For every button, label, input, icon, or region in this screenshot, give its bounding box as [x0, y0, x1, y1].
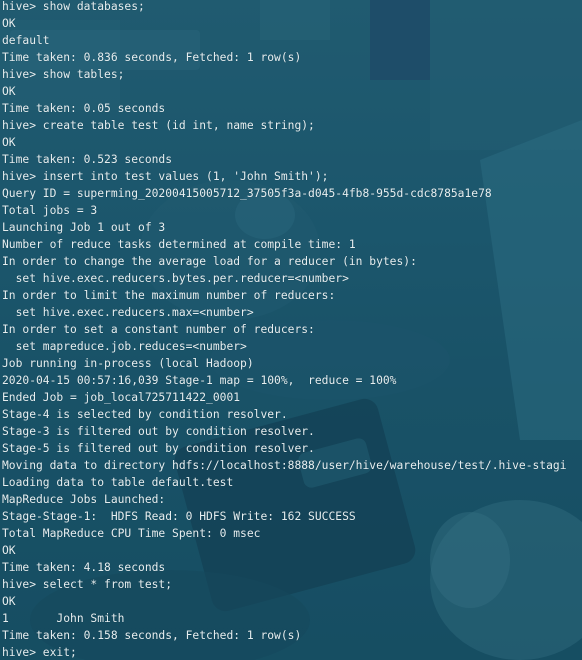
terminal-line: In order to set a constant number of red… [2, 323, 315, 336]
terminal-line: set hive.exec.reducers.bytes.per.reducer… [2, 272, 349, 285]
terminal-line: OK [2, 136, 16, 149]
terminal-line: hive> exit; [2, 646, 77, 659]
terminal-line: default [2, 34, 50, 47]
terminal-line: OK [2, 85, 16, 98]
terminal-line: OK [2, 17, 16, 30]
terminal-line: Total MapReduce CPU Time Spent: 0 msec [2, 527, 261, 540]
terminal-line: hive> show tables; [2, 68, 125, 81]
terminal-line: Query ID = superming_20200415005712_3750… [2, 187, 492, 200]
terminal-line: Stage-Stage-1: HDFS Read: 0 HDFS Write: … [2, 510, 356, 523]
terminal-line: Loading data to table default.test [2, 476, 234, 489]
terminal-line: hive> create table test (id int, name st… [2, 119, 315, 132]
terminal-line: Ended Job = job_local725711422_0001 [2, 391, 241, 404]
terminal-line: Total jobs = 3 [2, 204, 98, 217]
terminal-line: Moving data to directory hdfs://localhos… [2, 459, 567, 472]
terminal-line: set mapreduce.job.reduces=<number> [2, 340, 247, 353]
terminal-line: In order to change the average load for … [2, 255, 417, 268]
terminal-line: OK [2, 595, 16, 608]
terminal-line: OK [2, 544, 16, 557]
terminal-line: 1 John Smith [2, 612, 125, 625]
terminal-line: Time taken: 0.836 seconds, Fetched: 1 ro… [2, 51, 302, 64]
terminal-line: MapReduce Jobs Launched: [2, 493, 166, 506]
terminal-line: Time taken: 0.523 seconds [2, 153, 173, 166]
terminal-output: hive> show databases; OK default Time taken… [2, 0, 582, 660]
terminal-line: Launching Job 1 out of 3 [2, 221, 166, 234]
terminal-line: set hive.exec.reducers.max=<number> [2, 306, 254, 319]
terminal-line: Job running in-process (local Hadoop) [2, 357, 254, 370]
terminal-line: Stage-4 is selected by condition resolve… [2, 408, 288, 421]
terminal-line: hive> insert into test values (1, 'John … [2, 170, 329, 183]
terminal-line: Stage-5 is filtered out by condition res… [2, 442, 315, 455]
terminal-line: Stage-3 is filtered out by condition res… [2, 425, 315, 438]
terminal-line: Time taken: 0.158 seconds, Fetched: 1 ro… [2, 629, 302, 642]
terminal-line: Number of reduce tasks determined at com… [2, 238, 356, 251]
terminal-line: Time taken: 0.05 seconds [2, 102, 166, 115]
terminal-window[interactable]: hive> show databases; OK default Time taken… [0, 0, 582, 660]
terminal-line: 2020-04-15 00:57:16,039 Stage-1 map = 10… [2, 374, 397, 387]
terminal-line: hive> show databases; [2, 0, 145, 13]
terminal-line: Time taken: 4.18 seconds [2, 561, 166, 574]
terminal-line: In order to limit the maximum number of … [2, 289, 336, 302]
terminal-line: hive> select * from test; [2, 578, 173, 591]
